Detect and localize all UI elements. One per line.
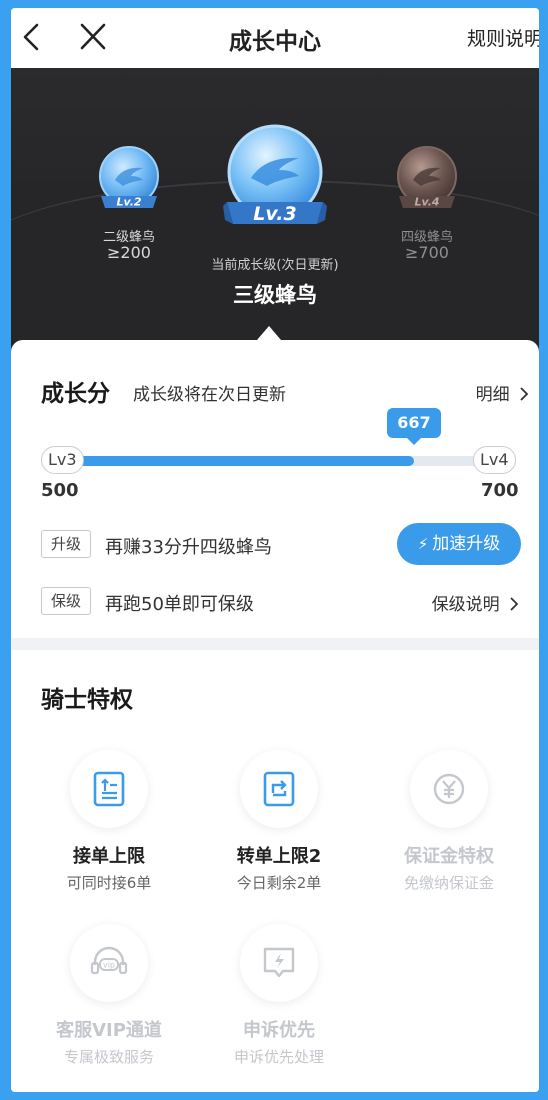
keep-text: 再跑50单即可保级: [105, 594, 254, 615]
nav-bar: 成长中心 规则说明: [11, 8, 539, 68]
privilege-appeal[interactable]: 申诉优先 申诉优先处理: [194, 924, 364, 1067]
detail-link[interactable]: 明细: [476, 380, 529, 405]
hummingbird-badge-icon: Lv.3: [223, 124, 327, 225]
upgrade-tag: 升级: [41, 530, 91, 558]
keep-tag: 保级: [41, 587, 91, 615]
privilege-transfer[interactable]: 转单上限2 今日剩余2单: [194, 750, 364, 893]
upgrade-text: 再赚33分升四级蜂鸟: [105, 537, 272, 558]
privilege-name: 接单上限: [73, 846, 145, 867]
keep-link-label: 保级说明: [431, 595, 500, 615]
privilege-deposit[interactable]: 保证金特权 免缴纳保证金: [364, 750, 534, 893]
privilege-desc: 可同时接6单: [66, 874, 152, 892]
chevron-right-icon: [515, 385, 529, 405]
boost-label: 加速升级: [432, 534, 501, 554]
hummingbird-badge-icon: Lv.2: [99, 146, 159, 209]
growth-title: 成长分: [41, 381, 110, 407]
privilege-desc: 申诉优先处理: [233, 1048, 324, 1066]
privilege-desc: 专属极致服务: [63, 1048, 154, 1066]
growth-progress-fill: [67, 456, 414, 466]
privilege-name: 申诉优先: [243, 1020, 315, 1041]
keep-level-link[interactable]: 保级说明: [432, 590, 519, 615]
current-pointer: [257, 326, 281, 340]
svg-text:Lv.2: Lv.2: [116, 196, 141, 209]
chevron-right-icon: [505, 595, 519, 615]
vip-headset-icon: vip: [70, 924, 148, 1002]
privilege-order-limit[interactable]: 接单上限 可同时接6单: [24, 750, 194, 893]
growth-card: 成长分 成长级将在次日更新 明细 Lv3 Lv4 667 500 700 升级 …: [11, 340, 539, 640]
privilege-desc: 免缴纳保证金: [403, 874, 494, 892]
privilege-vip-service[interactable]: vip 客服VIP通道 专属极致服务: [24, 924, 194, 1067]
transfer-icon: [240, 750, 318, 828]
privilege-name: 客服VIP通道: [56, 1020, 162, 1041]
order-limit-icon: [70, 750, 148, 828]
appeal-icon: [240, 924, 318, 1002]
lightning-icon: ⚡: [417, 535, 429, 553]
current-level-name: 三级蜂鸟: [233, 283, 317, 307]
privileges-title: 骑士特权: [41, 687, 133, 713]
growth-subtitle: 成长级将在次日更新: [133, 385, 286, 405]
growth-progress-track: [67, 456, 483, 466]
level-hero: Lv.2 二级蜂鸟 ≥200 Lv.3 当前成长级(次日更新) 三级蜂鸟 Lv.…: [11, 68, 539, 368]
page-title: 成长中心: [229, 29, 321, 55]
privilege-desc: 今日剩余2单: [236, 874, 322, 892]
badge-lv3-current[interactable]: Lv.3: [219, 124, 331, 240]
end-value: 700: [481, 480, 519, 501]
deposit-icon: [410, 750, 488, 828]
svg-text:Lv.4: Lv.4: [414, 196, 439, 209]
end-level-pill: Lv4: [473, 446, 516, 474]
start-level-pill: Lv3: [41, 446, 84, 474]
badge-lv2[interactable]: Lv.2: [93, 146, 165, 218]
detail-label: 明细: [475, 385, 510, 405]
hummingbird-badge-icon: Lv.4: [397, 146, 457, 209]
boost-upgrade-button[interactable]: ⚡ 加速升级: [397, 523, 521, 565]
app-frame: 成长中心 规则说明 Lv.2 二级蜂鸟 ≥200 Lv.3 当前成长级(次日更新…: [11, 8, 539, 1092]
rules-link[interactable]: 规则说明: [467, 24, 539, 51]
badge-lv4-threshold: ≥700: [405, 243, 449, 262]
score-bubble: 667: [386, 408, 441, 445]
section-divider: [11, 638, 539, 650]
svg-text:Lv.3: Lv.3: [253, 203, 296, 225]
badge-lv4[interactable]: Lv.4: [391, 146, 463, 218]
privilege-name: 保证金特权: [404, 846, 494, 867]
start-value: 500: [41, 480, 79, 501]
privileges-section: 骑士特权 接单上限 可同时接6单 转单上限2 今日剩余2单 保证金特权 免缴纳保…: [11, 650, 539, 1092]
svg-text:vip: vip: [103, 961, 115, 970]
privilege-name: 转单上限2: [236, 846, 322, 867]
